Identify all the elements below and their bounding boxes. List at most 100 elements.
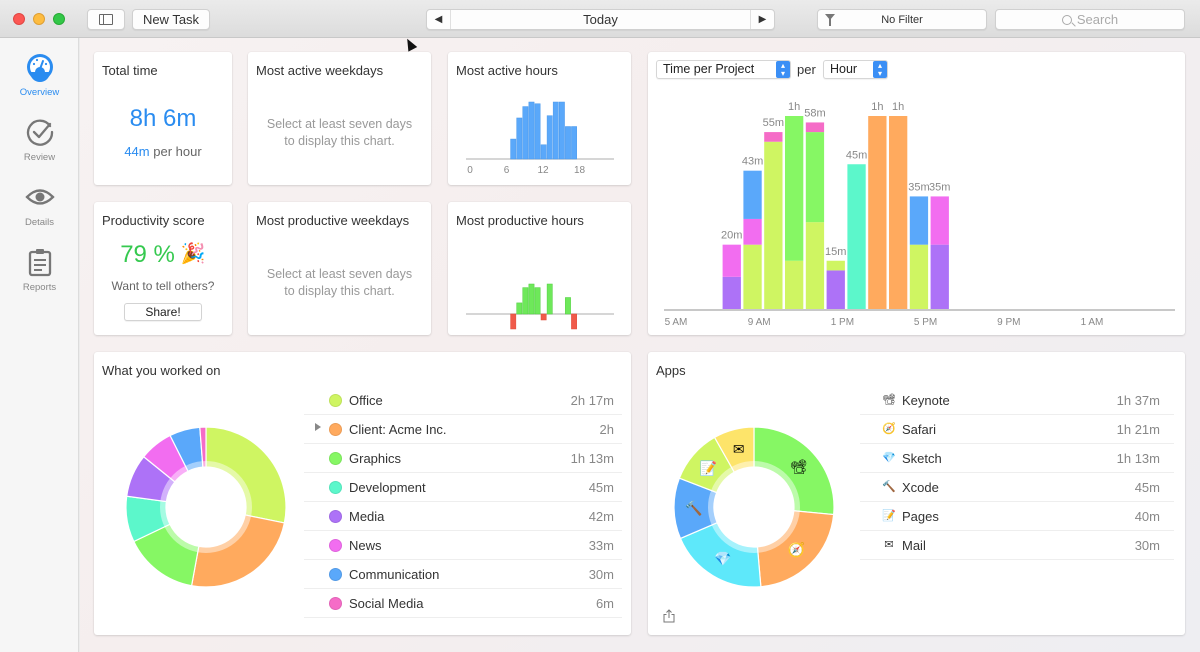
color-swatch-icon	[329, 394, 342, 407]
time-per-project-chart: 20m 43m 55m 1h 58m 15m 45m 1h 1h 35m 35m 5 AM 9 AM 1 …	[664, 101, 1175, 328]
bar	[546, 283, 553, 315]
bar-total-label: 43m	[742, 156, 763, 168]
zoom-window-button[interactable]	[53, 13, 65, 25]
project-name: News	[349, 538, 382, 553]
filter-icon	[825, 14, 835, 26]
project-time: 2h 17m	[570, 393, 614, 408]
search-icon	[1061, 14, 1072, 25]
x-tick-label: 5 AM	[665, 317, 688, 328]
pages-icon: 📝	[882, 510, 896, 522]
project-row[interactable]: Development 45m	[304, 473, 622, 502]
x-tick-label: 1 AM	[1081, 317, 1104, 328]
project-time: 33m	[588, 538, 614, 553]
project-row[interactable]: Media 42m	[304, 502, 622, 531]
per-hour-value: 44m	[124, 144, 150, 159]
share-icon[interactable]	[663, 609, 675, 623]
project-row[interactable]: Client: Acme Inc. 2h	[304, 415, 622, 444]
project-row[interactable]: News 33m	[304, 531, 622, 560]
project-name: Media	[349, 509, 385, 524]
sidebar-item-overview[interactable]: Overview	[0, 52, 79, 98]
mail-icon: ✉	[884, 539, 894, 551]
close-window-button[interactable]	[13, 13, 25, 25]
x-tick-label: 9 AM	[748, 317, 771, 328]
bar	[534, 103, 541, 160]
bar-segment	[805, 132, 825, 223]
app-time: 30m	[1134, 538, 1160, 553]
total-time-value: 8h 6m	[129, 105, 197, 132]
card-title: Most productive weekdays	[256, 213, 410, 228]
bar-total-label: 55m	[763, 117, 784, 129]
bar	[559, 101, 565, 160]
app-row[interactable]: 📝 Pages 40m	[860, 502, 1174, 531]
previous-date-button[interactable]: ◀	[427, 10, 451, 29]
checkmark-circle-icon	[26, 119, 53, 146]
color-swatch-icon	[329, 539, 342, 552]
sidebar-item-reports[interactable]: Reports	[0, 247, 79, 293]
sidebar-item-label: Review	[23, 152, 56, 163]
toggle-sidebar-button[interactable]	[87, 9, 125, 30]
project-name: Communication	[349, 567, 440, 582]
sidebar-item-details[interactable]: Details	[0, 182, 79, 228]
sidebar-icon	[99, 14, 113, 25]
search-field[interactable]: Search	[995, 9, 1185, 30]
productivity-score-card: Productivity score 79 % 🎉 Want to tell ot…	[94, 202, 232, 335]
x-tick-label: 0	[467, 165, 473, 176]
bar-segment	[826, 260, 845, 271]
app-time: 40m	[1134, 509, 1160, 524]
minimize-window-button[interactable]	[33, 13, 45, 25]
window-toolbar: New Task ◀ Today ▶ No Filter Search	[0, 0, 1200, 38]
bar	[540, 144, 547, 160]
x-tick-label: 9 PM	[997, 317, 1020, 328]
filter-button[interactable]: No Filter	[817, 9, 987, 30]
app-time: 45m	[1134, 480, 1160, 495]
project-time: 45m	[588, 480, 614, 495]
new-task-button[interactable]: New Task	[132, 9, 210, 30]
app-time: 1h 37m	[1116, 393, 1160, 408]
bar	[528, 283, 535, 315]
project-time: 1h 13m	[570, 451, 614, 466]
project-row[interactable]: Office 2h 17m	[304, 386, 622, 415]
share-button[interactable]: Share!	[124, 303, 202, 321]
gauge-icon	[26, 54, 53, 82]
project-name: Graphics	[349, 451, 402, 466]
sketch-icon: 💎	[714, 550, 731, 566]
sidebar-item-review[interactable]: Review	[0, 117, 79, 163]
app-row[interactable]: 💎 Sketch 1h 13m	[860, 444, 1174, 473]
next-date-button[interactable]: ▶	[750, 10, 774, 29]
most-active-hours-card: Most active hours 0 6 12 18	[448, 52, 631, 185]
bar-total-label: 45m	[846, 149, 867, 161]
bar	[565, 126, 571, 160]
project-row[interactable]: Communication 30m	[304, 560, 622, 589]
most-active-weekdays-card: Most active weekdays Select at least sev…	[248, 52, 431, 185]
app-name: Safari	[902, 422, 936, 437]
bar-segment	[930, 196, 949, 245]
pages-icon: 📝	[700, 460, 717, 477]
empty-state-line: Select at least seven days	[266, 117, 413, 131]
app-row[interactable]: ✉ Mail 30m	[860, 531, 1174, 560]
disclosure-triangle-icon[interactable]	[315, 423, 321, 431]
worked-on-card: What you worked on Office 2h 17m Client: A…	[94, 352, 631, 635]
apps-donut-chart: 📽 🧭 💎 🔨 📝 ✉	[673, 426, 835, 588]
project-row[interactable]: Graphics 1h 13m	[304, 444, 622, 473]
project-row[interactable]: Social Media 6m	[304, 589, 622, 618]
x-tick-label: 12	[537, 165, 549, 176]
time-per-project-card: Time per Project ▴ ▾ per Hour ▴ ▾ 20m 43m 55…	[648, 52, 1185, 335]
color-swatch-icon	[329, 510, 342, 523]
bar	[534, 287, 541, 315]
app-row[interactable]: 🔨 Xcode 45m	[860, 473, 1174, 502]
clipboard-icon	[28, 249, 51, 277]
keynote-icon: 📽	[789, 459, 807, 475]
date-label[interactable]: Today	[451, 12, 750, 27]
bar	[510, 313, 517, 330]
card-title: Productivity score	[102, 213, 205, 228]
bar-segment	[785, 260, 804, 309]
apps-card: Apps 📽 🧭 💎 🔨 📝 ✉ 📽 Keynote 1h 37m 🧭 Safari 1h 21m 💎…	[648, 352, 1185, 635]
project-name: Office	[349, 393, 383, 408]
most-active-hours-chart: 0 6 12 18	[466, 101, 614, 176]
app-row[interactable]: 🧭 Safari 1h 21m	[860, 415, 1174, 444]
donut-inner-ring	[708, 461, 800, 553]
eye-icon	[24, 189, 55, 205]
bar	[552, 101, 559, 160]
per-hour-rate: 44m per hour	[94, 144, 232, 159]
app-row[interactable]: 📽 Keynote 1h 37m	[860, 386, 1174, 415]
